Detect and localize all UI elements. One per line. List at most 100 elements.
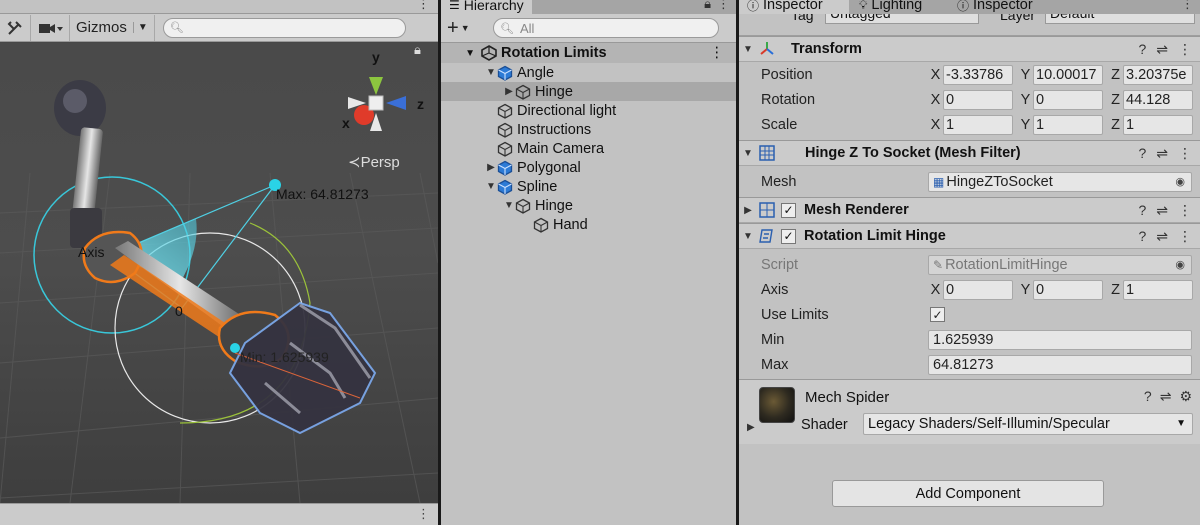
hierarchy-item[interactable]: ▼ Spline: [441, 177, 736, 196]
tab-hierarchy[interactable]: ☰ Hierarchy: [441, 0, 532, 14]
scene-view[interactable]: ⋮ Gizmos ▼ 🔍︎ 🔒︎ y z x ≺Persp Max: 64.81…: [0, 0, 438, 525]
persp-label[interactable]: ≺Persp: [348, 153, 400, 171]
more-icon[interactable]: ⋮: [417, 0, 430, 12]
fold-icon[interactable]: ▼: [739, 44, 757, 55]
mesh-renderer-enabled-checkbox[interactable]: ✓: [781, 202, 796, 218]
fold-icon[interactable]: ▶: [747, 422, 755, 433]
more-icon[interactable]: ⋮: [1178, 202, 1192, 219]
more-icon[interactable]: ⋮: [417, 506, 430, 522]
hierarchy-item[interactable]: Main Camera: [441, 139, 736, 158]
mesh-filter-icon: [757, 144, 777, 162]
layer-dropdown[interactable]: Default: [1045, 14, 1195, 24]
help-icon[interactable]: ?: [1144, 388, 1152, 405]
scale-y-field[interactable]: 1: [1033, 114, 1103, 135]
axis-x-label: X: [930, 116, 941, 133]
position-y-field[interactable]: 10.00017: [1033, 64, 1103, 85]
presets-icon[interactable]: ⇌: [1156, 228, 1168, 245]
min-field[interactable]: 1.625939: [928, 329, 1192, 350]
hierarchy-item[interactable]: Instructions: [441, 120, 736, 139]
chevron-down-icon: ▼: [460, 23, 470, 33]
tab-inspector-2[interactable]: ⓘ Inspector: [949, 0, 1041, 14]
hierarchy-item-label: Main Camera: [517, 140, 605, 157]
presets-icon[interactable]: ⇌: [1156, 145, 1168, 162]
hierarchy-item[interactable]: Directional light: [441, 101, 736, 120]
scene-canvas[interactable]: 🔒︎ y z x ≺Persp Max: 64.81273 Axis 0 Min…: [0, 42, 438, 504]
use-limits-checkbox[interactable]: ✓: [930, 307, 945, 322]
more-icon[interactable]: ⋮: [1178, 228, 1192, 245]
presets-icon[interactable]: ⇌: [1156, 41, 1168, 58]
more-icon[interactable]: ⋮: [1181, 0, 1194, 12]
tab-lighting[interactable]: 💡︎ Lighting: [851, 0, 930, 14]
position-x-field[interactable]: -3.33786: [943, 64, 1013, 85]
script-icon: [757, 227, 777, 245]
gizmos-button[interactable]: Gizmos ▼: [70, 14, 155, 41]
more-icon[interactable]: ⋮: [710, 45, 725, 61]
scene-search-input[interactable]: 🔍︎: [162, 17, 406, 38]
fold-icon: ▼: [465, 47, 475, 59]
fold-icon[interactable]: ▼: [485, 181, 497, 192]
fold-icon[interactable]: ▼: [739, 231, 757, 242]
more-icon[interactable]: ⋮: [1178, 145, 1192, 162]
axis-z-label: Z: [1111, 116, 1120, 133]
rotation-y-field[interactable]: 0: [1033, 89, 1103, 110]
camera-button[interactable]: [31, 14, 70, 41]
scale-x-field[interactable]: 1: [943, 114, 1013, 135]
axis-x-label: X: [930, 91, 941, 108]
axis-z-label: Z: [1111, 281, 1120, 298]
fold-icon[interactable]: ▼: [739, 148, 757, 159]
tab-inspector[interactable]: ⓘ Inspector: [739, 0, 849, 14]
hierarchy-item-label: Hinge: [535, 197, 573, 214]
hierarchy-item[interactable]: ▼ Hinge: [441, 196, 736, 215]
gear-icon[interactable]: ⚙: [1179, 388, 1192, 405]
presets-icon[interactable]: ⇌: [1156, 202, 1168, 219]
scale-z-field[interactable]: 1: [1123, 114, 1193, 135]
create-button[interactable]: + ▼: [447, 17, 483, 40]
axis-label-z: z: [417, 96, 424, 112]
add-component-button[interactable]: Add Component: [832, 480, 1104, 507]
transform-header[interactable]: ▼ Transform ? ⇌ ⋮: [739, 36, 1200, 62]
fold-icon[interactable]: ▶: [485, 162, 497, 173]
fold-icon[interactable]: ▶: [503, 86, 515, 97]
mesh-label: Mesh: [761, 173, 797, 190]
lock-icon[interactable]: 🔒︎: [704, 0, 711, 12]
object-picker-icon[interactable]: ◉: [1175, 173, 1185, 191]
rotation-z-field[interactable]: 44.128: [1123, 89, 1193, 110]
help-icon[interactable]: ?: [1138, 228, 1146, 245]
tag-dropdown[interactable]: Untagged: [825, 14, 979, 24]
hierarchy-root-label: Rotation Limits: [501, 45, 607, 61]
more-icon[interactable]: ⋮: [717, 0, 730, 12]
fold-icon[interactable]: ▼: [503, 200, 515, 211]
shader-label: Shader: [801, 417, 848, 433]
min-label: Min: 1.625939: [240, 349, 329, 365]
hierarchy-item[interactable]: Hand: [441, 215, 736, 234]
hierarchy-root[interactable]: ▼ Rotation Limits ⋮: [441, 43, 736, 63]
help-icon[interactable]: ?: [1138, 202, 1146, 219]
max-field[interactable]: 64.81273: [928, 354, 1192, 375]
fold-icon[interactable]: ▼: [485, 67, 497, 78]
gameobject-icon: [497, 103, 513, 119]
position-z-field[interactable]: 3.20375e: [1123, 64, 1193, 85]
axis-x-field[interactable]: 0: [943, 279, 1013, 300]
rotation-limit-header[interactable]: ▼ ✓ Rotation Limit Hinge ? ⇌ ⋮: [739, 223, 1200, 249]
rotation-x-field[interactable]: 0: [943, 89, 1013, 110]
help-icon[interactable]: ?: [1138, 145, 1146, 162]
hierarchy-item[interactable]: ▶ Polygonal: [441, 158, 736, 177]
axis-z-field[interactable]: 1: [1123, 279, 1193, 300]
axis-row: Axis X0 Y0 Z1: [739, 277, 1200, 302]
mesh-field[interactable]: ▦ HingeZToSocket ◉: [928, 171, 1192, 192]
mesh-filter-header[interactable]: ▼ Hinge Z To Socket (Mesh Filter) ? ⇌ ⋮: [739, 140, 1200, 166]
rotation-limit-enabled-checkbox[interactable]: ✓: [781, 228, 796, 244]
hierarchy-item[interactable]: ▼ Angle: [441, 63, 736, 82]
min-label: Min: [761, 331, 785, 348]
tools-button[interactable]: [0, 14, 31, 41]
mesh-renderer-header[interactable]: ▶ ✓ Mesh Renderer ? ⇌ ⋮: [739, 197, 1200, 223]
axis-y-field[interactable]: 0: [1033, 279, 1103, 300]
fold-icon[interactable]: ▶: [739, 205, 757, 216]
shader-dropdown[interactable]: Legacy Shaders/Self-Illumin/Specular ▼: [863, 413, 1193, 435]
scene-tab-strip: ⋮: [0, 0, 438, 14]
help-icon[interactable]: ?: [1138, 41, 1146, 58]
presets-icon[interactable]: ⇌: [1160, 388, 1172, 405]
hierarchy-item[interactable]: ▶ Hinge: [441, 82, 736, 101]
hierarchy-search-input[interactable]: 🔍︎ All: [493, 18, 719, 38]
more-icon[interactable]: ⋮: [1178, 41, 1192, 58]
